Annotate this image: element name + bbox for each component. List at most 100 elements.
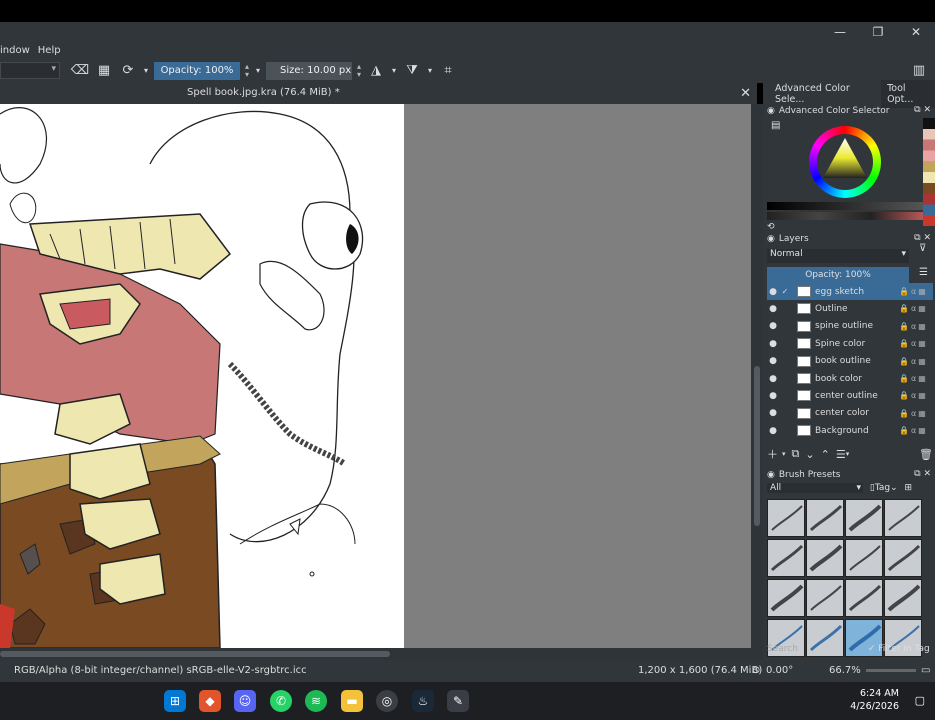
delete-layer-icon[interactable]: 🗑: [919, 448, 933, 461]
mirror-vertical-icon[interactable]: ⧩: [402, 63, 422, 78]
visibility-eye-icon[interactable]: ●: [767, 408, 779, 418]
notification-icon[interactable]: ▢: [915, 694, 925, 707]
brush-preset-item[interactable]: [884, 539, 922, 577]
reload-preset-icon[interactable]: ⟳: [118, 63, 138, 78]
size-stepper[interactable]: ▴ ▾: [354, 62, 364, 79]
move-up-icon[interactable]: ⌃: [821, 448, 830, 461]
reset-icon[interactable]: ⟲: [767, 222, 775, 232]
wrap-around-icon[interactable]: ⌗: [438, 63, 458, 78]
chevron-down-icon[interactable]: ▾: [142, 66, 150, 75]
layer-row[interactable]: ● Background 🔒α▦: [767, 422, 933, 439]
brave-icon[interactable]: ◆: [199, 690, 221, 712]
dock-float-close-icon[interactable]: ⧉ ✕: [914, 105, 931, 115]
layer-row[interactable]: ● ✓ egg sketch 🔒α▦: [767, 283, 933, 300]
layer-opacity-slider[interactable]: Opacity: 100%: [767, 267, 909, 283]
layer-menu-icon[interactable]: ☰: [919, 267, 928, 278]
lock-icon[interactable]: ◉: [767, 106, 775, 116]
minimize-button[interactable]: —: [821, 25, 859, 39]
brush-preset-item[interactable]: [884, 499, 922, 537]
mirror-horizontal-icon[interactable]: ◮: [366, 63, 386, 78]
zoom-value[interactable]: 66.7%: [829, 665, 861, 676]
lock-icon[interactable]: ◉: [767, 470, 775, 480]
duplicate-layer-icon[interactable]: ⧉: [792, 447, 800, 461]
brush-preset-item[interactable]: [845, 539, 883, 577]
size-slider[interactable]: Size: 10.00 px: [266, 61, 352, 80]
settings-icon[interactable]: ▤: [771, 120, 780, 131]
system-clock[interactable]: 6:24 AM 4/26/2026: [850, 687, 899, 713]
rotation-icon[interactable]: ⊙: [752, 665, 760, 676]
blending-mode-combo[interactable]: [0, 62, 60, 79]
filter-in-tag-checkbox[interactable]: ✓ Filter in Tag: [868, 644, 930, 654]
opacity-slider[interactable]: Opacity: 100%: [154, 61, 240, 80]
layer-checkbox[interactable]: ✓: [779, 287, 791, 296]
visibility-eye-icon[interactable]: ●: [767, 426, 779, 436]
brush-preset-item[interactable]: [767, 579, 805, 617]
zoom-slider[interactable]: [866, 669, 916, 672]
document-tab[interactable]: Spell book.jpg.kra (76.4 MiB) * ✕: [0, 83, 757, 104]
visibility-eye-icon[interactable]: ●: [767, 374, 779, 384]
layer-row[interactable]: ● center outline 🔒α▦: [767, 387, 933, 404]
windows-start-icon[interactable]: ⊞: [164, 690, 186, 712]
move-down-icon[interactable]: ⌄: [805, 448, 814, 461]
add-layer-icon[interactable]: ＋: [767, 446, 778, 462]
layer-flags-icon[interactable]: 🔒α▦: [899, 339, 933, 348]
dock-toggle-icon[interactable]: ▥: [909, 63, 929, 78]
file-explorer-icon[interactable]: ▬: [341, 690, 363, 712]
recent-colors-strip[interactable]: [923, 118, 935, 226]
visibility-eye-icon[interactable]: ●: [767, 391, 779, 401]
close-window-button[interactable]: ✕: [897, 25, 935, 39]
dock-float-close-icon[interactable]: ⧉ ✕: [914, 469, 931, 479]
opacity-stepper[interactable]: ▴ ▾: [242, 62, 252, 79]
layer-flags-icon[interactable]: 🔒α▦: [899, 391, 933, 400]
drawing-canvas[interactable]: [0, 104, 404, 648]
layer-flags-icon[interactable]: 🔒α▦: [899, 304, 933, 313]
horizontal-scroll-thumb[interactable]: [0, 651, 390, 657]
rotation-value[interactable]: 0.00°: [766, 665, 793, 676]
layer-row[interactable]: ● center color 🔒α▦: [767, 405, 933, 422]
spotify-icon[interactable]: ≋: [305, 690, 327, 712]
color-selector-widget[interactable]: ▤ ⟲: [763, 118, 935, 232]
layer-row[interactable]: ● spine outline 🔒α▦: [767, 318, 933, 335]
layer-flags-icon[interactable]: 🔒α▦: [899, 357, 933, 366]
vertical-scrollbar[interactable]: [751, 104, 763, 648]
restore-button[interactable]: ❐: [859, 25, 897, 39]
discord-icon[interactable]: ☺: [234, 690, 256, 712]
layer-row[interactable]: ● book outline 🔒α▦: [767, 353, 933, 370]
visibility-eye-icon[interactable]: ●: [767, 356, 779, 366]
history-bar[interactable]: [767, 212, 923, 220]
alpha-lock-icon[interactable]: ▦: [94, 63, 114, 78]
lock-icon[interactable]: ◉: [767, 234, 775, 244]
brush-preset-item[interactable]: [806, 539, 844, 577]
brush-preset-item[interactable]: [845, 499, 883, 537]
blend-mode-select[interactable]: Normal ▾: [767, 249, 909, 263]
canvas-area[interactable]: [0, 104, 751, 648]
steam-icon[interactable]: ♨: [412, 690, 434, 712]
krita-icon[interactable]: ✎: [447, 690, 469, 712]
dock-float-close-icon[interactable]: ⧉ ✕: [914, 233, 931, 243]
menu-window[interactable]: indow: [0, 45, 34, 56]
menu-help[interactable]: Help: [34, 45, 65, 56]
value-bar[interactable]: [767, 202, 923, 210]
brush-preset-item[interactable]: [767, 539, 805, 577]
filter-icon[interactable]: ⊽: [919, 243, 926, 254]
layer-properties-icon[interactable]: ☰: [836, 448, 846, 461]
vertical-scroll-thumb[interactable]: [754, 366, 760, 526]
brush-preset-item[interactable]: [767, 499, 805, 537]
visibility-eye-icon[interactable]: ●: [767, 287, 779, 297]
brush-filter-select[interactable]: All ▾: [767, 483, 863, 493]
close-document-icon[interactable]: ✕: [740, 86, 751, 101]
brush-preset-item[interactable]: [806, 579, 844, 617]
tag-button[interactable]: ▯Tag⌄: [870, 483, 898, 493]
layer-flags-icon[interactable]: 🔒α▦: [899, 409, 933, 418]
brush-preset-item[interactable]: [845, 579, 883, 617]
layer-flags-icon[interactable]: 🔒α▦: [899, 287, 933, 296]
import-icon[interactable]: ⊞: [905, 483, 913, 493]
whatsapp-icon[interactable]: ✆: [270, 690, 292, 712]
chevron-down-icon[interactable]: ▾: [782, 450, 786, 458]
color-triangle[interactable]: [819, 134, 871, 186]
horizontal-scrollbar[interactable]: [0, 648, 763, 660]
color-wheel[interactable]: [809, 126, 881, 198]
chevron-down-icon[interactable]: ▾: [426, 66, 434, 75]
zoom-menu-icon[interactable]: ▭: [921, 665, 930, 676]
visibility-eye-icon[interactable]: ●: [767, 304, 779, 314]
